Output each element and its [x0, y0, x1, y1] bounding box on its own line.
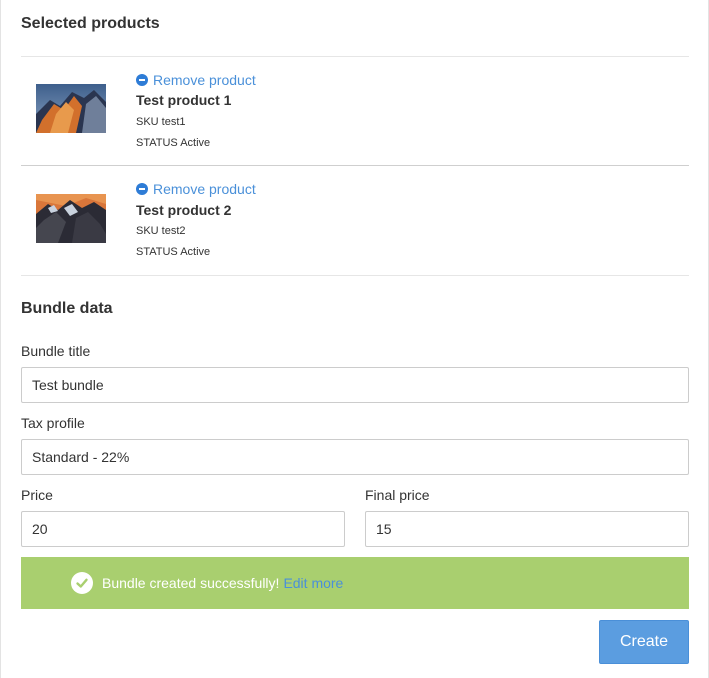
product-thumbnail: [36, 194, 106, 243]
create-button[interactable]: Create: [599, 620, 689, 664]
success-message: Bundle created successfully!: [102, 575, 280, 591]
remove-product-link[interactable]: Remove product: [136, 72, 256, 88]
tax-profile-select[interactable]: [21, 439, 689, 475]
remove-product-label: Remove product: [153, 181, 256, 197]
minus-circle-icon: [136, 74, 148, 86]
bundle-data-heading: Bundle data: [21, 300, 113, 317]
remove-product-link[interactable]: Remove product: [136, 181, 256, 197]
remove-product-label: Remove product: [153, 72, 256, 88]
product-status: STATUS Active: [136, 246, 211, 258]
product-thumbnail: [36, 84, 106, 133]
product-sku: SKU test2: [136, 225, 186, 237]
bundle-panel: Selected products Remove product Test pr…: [0, 0, 709, 678]
product-sku: SKU test1: [136, 116, 186, 128]
product-row: Remove product Test product 2 SKU test2 …: [21, 166, 689, 274]
check-circle-icon: [71, 572, 93, 594]
final-price-label: Final price: [365, 487, 430, 503]
minus-circle-icon: [136, 183, 148, 195]
edit-more-link[interactable]: Edit more: [283, 575, 343, 591]
bundle-title-input[interactable]: [21, 367, 689, 403]
selected-products-heading: Selected products: [21, 15, 160, 32]
product-name: Test product 1: [136, 92, 232, 108]
bundle-title-label: Bundle title: [21, 343, 91, 359]
price-label: Price: [21, 487, 53, 503]
final-price-input[interactable]: [365, 511, 689, 547]
price-input[interactable]: [21, 511, 345, 547]
product-name: Test product 2: [136, 202, 232, 218]
tax-profile-label: Tax profile: [21, 415, 85, 431]
product-row: Remove product Test product 1 SKU test1 …: [21, 57, 689, 165]
success-alert: Bundle created successfully! Edit more: [21, 557, 689, 609]
divider: [21, 275, 689, 276]
product-status: STATUS Active: [136, 137, 211, 149]
